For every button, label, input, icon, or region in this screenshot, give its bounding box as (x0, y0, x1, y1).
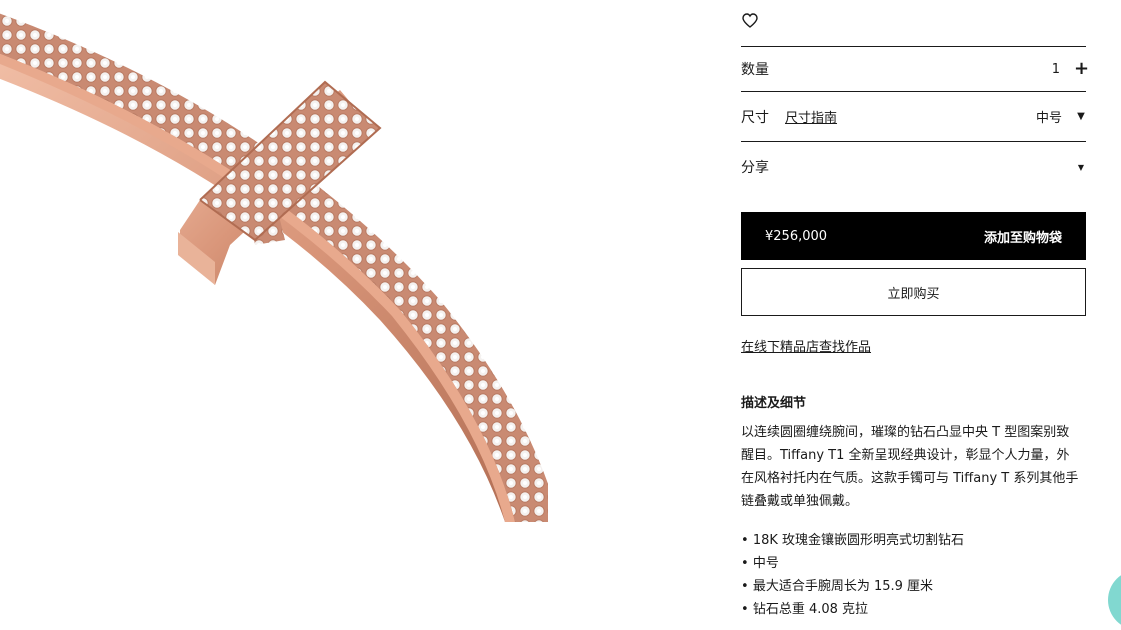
description-body: 以连续圆圈缠绕腕间，璀璨的钻石凸显中央 T 型图案别致醒目。Tiffany T1… (741, 425, 1079, 509)
list-item: 中号 (741, 552, 1081, 575)
size-row: 尺寸 尺寸指南 中号 ▼ (741, 92, 1086, 142)
heart-icon[interactable] (741, 10, 759, 30)
find-in-store-link[interactable]: 在线下精品店查找作品 (741, 336, 871, 355)
product-image (0, 0, 548, 522)
quantity-row: 数量 1 + (741, 46, 1089, 92)
size-label: 尺寸 (741, 109, 769, 126)
add-to-bag-button[interactable]: ¥256,000 添加至购物袋 (741, 212, 1086, 260)
share-label: 分享 (741, 160, 769, 176)
caret-down-icon[interactable]: ▼ (1076, 163, 1086, 172)
share-row[interactable]: 分享 ▼ (741, 142, 1086, 192)
size-guide-link[interactable]: 尺寸指南 (785, 107, 837, 126)
quantity-label: 数量 (741, 62, 769, 78)
quantity-value[interactable]: 1 (1052, 62, 1060, 77)
list-item: 钻石总重 4.08 克拉 (741, 598, 1081, 621)
spec-list: 18K 玫瑰金镶嵌圆形明亮式切割钻石 中号 最大适合手腕周长为 15.9 厘米 … (741, 529, 1081, 621)
list-item: 最大适合手腕周长为 15.9 厘米 (741, 575, 1081, 598)
price: ¥256,000 (765, 228, 828, 244)
size-select-value[interactable]: 中号 (1036, 107, 1062, 126)
caret-down-icon[interactable]: ▼ (1076, 111, 1086, 122)
chat-button[interactable] (1108, 570, 1121, 630)
buy-now-button[interactable]: 立即购买 (741, 268, 1086, 316)
bangle-illustration (0, 13, 548, 522)
list-item: 18K 玫瑰金镶嵌圆形明亮式切割钻石 (741, 529, 1081, 552)
description-title: 描述及细节 (741, 396, 807, 411)
add-to-bag-label: 添加至购物袋 (983, 230, 1062, 246)
plus-icon[interactable]: + (1074, 60, 1089, 78)
